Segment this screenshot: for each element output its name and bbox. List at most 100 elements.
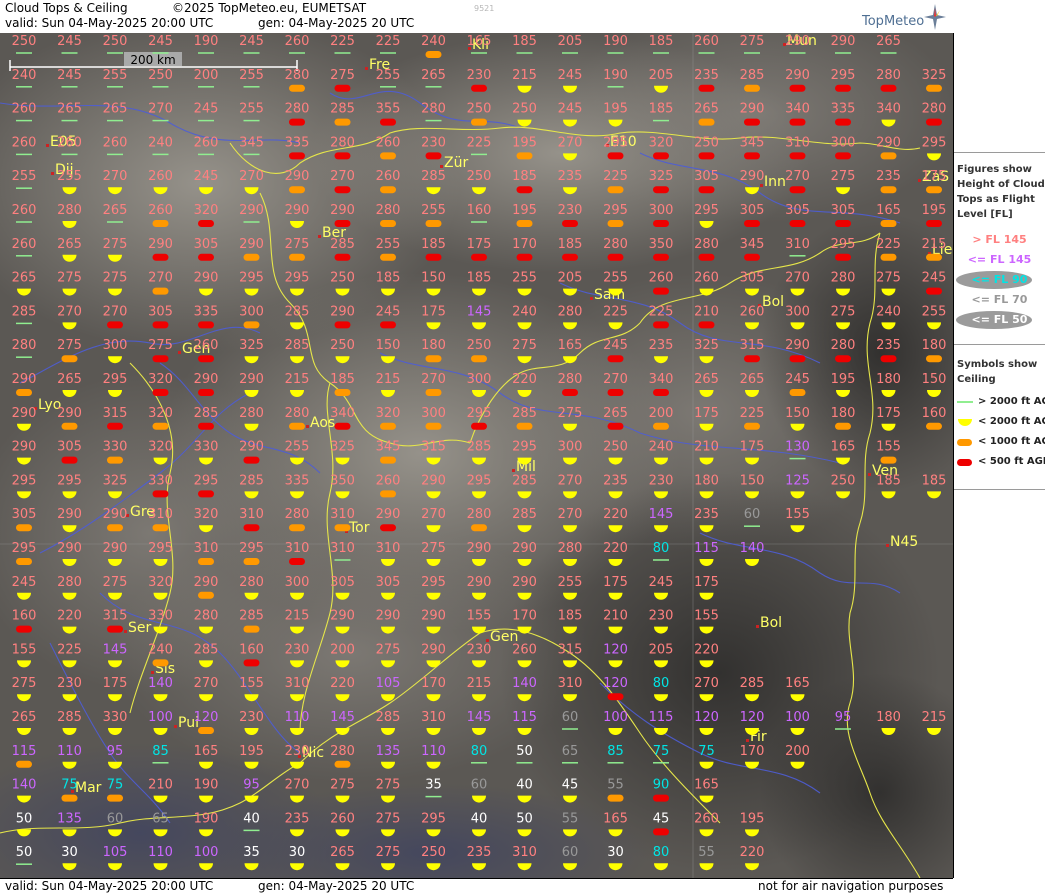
flight-level-label: 300 xyxy=(285,575,310,590)
grid-cell: 95 xyxy=(243,778,260,803)
flight-level-label: 255 xyxy=(512,271,537,286)
flight-level-label: 310 xyxy=(330,507,355,522)
flight-level-label: 315 xyxy=(103,406,128,421)
flight-level-label: 270 xyxy=(558,473,583,488)
flight-level-label: 245 xyxy=(785,372,810,387)
legend-divider xyxy=(954,152,1045,153)
flight-level-label: 260 xyxy=(694,271,719,286)
flight-level-label: 290 xyxy=(467,541,492,556)
flight-level-label: 260 xyxy=(285,34,310,49)
flight-level-label: 320 xyxy=(148,440,173,455)
flight-level-label: 275 xyxy=(876,271,901,286)
ceiling-500-symbol xyxy=(334,422,351,430)
flight-level-label: 155 xyxy=(239,676,264,691)
flight-level-label: 305 xyxy=(194,237,219,252)
flight-level-label: 280 xyxy=(558,372,583,387)
flight-level-label: 140 xyxy=(12,778,37,793)
ceiling-500-symbol xyxy=(334,186,351,194)
flight-level-label: 285 xyxy=(285,304,310,319)
flight-level-label: 295 xyxy=(239,271,264,286)
flight-level-label: 295 xyxy=(57,473,82,488)
flight-level-label: 205 xyxy=(558,271,583,286)
city-dot xyxy=(590,297,593,300)
flight-level-label: 280 xyxy=(285,102,310,117)
flight-level-label: 110 xyxy=(57,744,82,759)
ceiling-500-symbol xyxy=(789,186,806,194)
flight-level-label: 350 xyxy=(330,473,355,488)
city-label: Zür xyxy=(444,155,468,171)
flight-level-label: 265 xyxy=(12,710,37,725)
flight-level-label: 215 xyxy=(285,372,310,387)
flight-level-label: 245 xyxy=(558,68,583,83)
flight-level-label: 340 xyxy=(649,372,674,387)
flight-level-label: 290 xyxy=(876,135,901,150)
flight-level-label: 290 xyxy=(103,541,128,556)
flight-level-label: 240 xyxy=(421,34,446,49)
city-dot xyxy=(178,351,181,354)
flight-level-label: 295 xyxy=(831,68,856,83)
ceiling-500-symbol xyxy=(607,389,624,396)
flight-level-label: 260 xyxy=(694,34,719,49)
flight-level-label: 305 xyxy=(57,440,82,455)
flight-level-label: 275 xyxy=(376,845,401,860)
flight-level-label: 340 xyxy=(785,102,810,117)
grid-cell: 75 xyxy=(107,778,123,802)
flight-level-label: 245 xyxy=(57,34,82,49)
flight-level-label: 200 xyxy=(649,406,674,421)
flight-level-label: 280 xyxy=(285,68,310,83)
flight-level-label: 350 xyxy=(649,237,674,252)
copyright-text: ©2025 TopMeteo.eu, EUMETSAT xyxy=(172,1,367,15)
legend-divider xyxy=(954,344,1045,345)
flight-level-label: 315 xyxy=(740,338,765,353)
ceiling-1000-symbol xyxy=(926,84,942,92)
flight-level-label: 280 xyxy=(285,406,310,421)
image-code: 9521 xyxy=(474,4,495,13)
grid-cell: 60 xyxy=(471,778,487,803)
flight-level-label: 285 xyxy=(740,676,765,691)
flight-level-label: 295 xyxy=(467,406,492,421)
chart-header: Cloud Tops & Ceiling ©2025 TopMeteo.eu, … xyxy=(0,0,953,34)
city-dot xyxy=(306,425,309,428)
grid-cell: 45 xyxy=(653,811,669,836)
ceiling-1000-symbol xyxy=(653,422,669,430)
flight-level-label: 210 xyxy=(148,778,173,793)
flight-level-label: 270 xyxy=(148,102,173,117)
flight-level-label: 255 xyxy=(57,169,82,184)
flight-level-label: 235 xyxy=(876,169,901,184)
flight-level-label: 330 xyxy=(148,473,173,488)
flight-level-label: 175 xyxy=(103,676,128,691)
flight-level-label: 275 xyxy=(421,541,446,556)
flight-level-label: 165 xyxy=(694,778,719,793)
flight-level-label: 275 xyxy=(740,34,765,49)
flight-level-label: 275 xyxy=(376,811,401,826)
flight-level-label: 245 xyxy=(239,34,264,49)
flight-level-label: 290 xyxy=(740,102,765,117)
flight-level-label: 310 xyxy=(285,541,310,556)
flight-level-label: 265 xyxy=(57,372,82,387)
flight-level-label: 295 xyxy=(12,473,37,488)
ceiling-1000-symbol xyxy=(471,524,487,532)
ceiling-500-symbol xyxy=(698,253,715,261)
flight-level-label: 245 xyxy=(12,575,37,590)
flight-level-label: 255 xyxy=(922,304,947,319)
ceiling-1000-symbol xyxy=(16,558,32,565)
red-pill-icon xyxy=(957,459,972,466)
flight-level-label: 65 xyxy=(562,744,579,759)
flight-level-label: 250 xyxy=(467,102,492,117)
flight-level-label: 300 xyxy=(421,406,446,421)
flight-level-label: 295 xyxy=(603,135,628,150)
flight-level-label: 260 xyxy=(194,338,219,353)
flight-level-label: 260 xyxy=(148,169,173,184)
flight-level-label: 310 xyxy=(421,710,446,725)
flight-level-label: 275 xyxy=(103,271,128,286)
grid-cell: 55 xyxy=(698,845,715,871)
flight-level-label: 290 xyxy=(12,372,37,387)
ceiling-1000-symbol xyxy=(107,456,123,464)
flight-level-label: 165 xyxy=(558,338,583,353)
ceiling-1000-symbol xyxy=(289,253,305,261)
ceiling-1000-symbol xyxy=(198,591,214,599)
flight-level-label: 330 xyxy=(103,710,128,725)
city-dot xyxy=(46,144,49,147)
flight-level-label: 250 xyxy=(512,102,537,117)
flight-level-label: 230 xyxy=(285,642,310,657)
